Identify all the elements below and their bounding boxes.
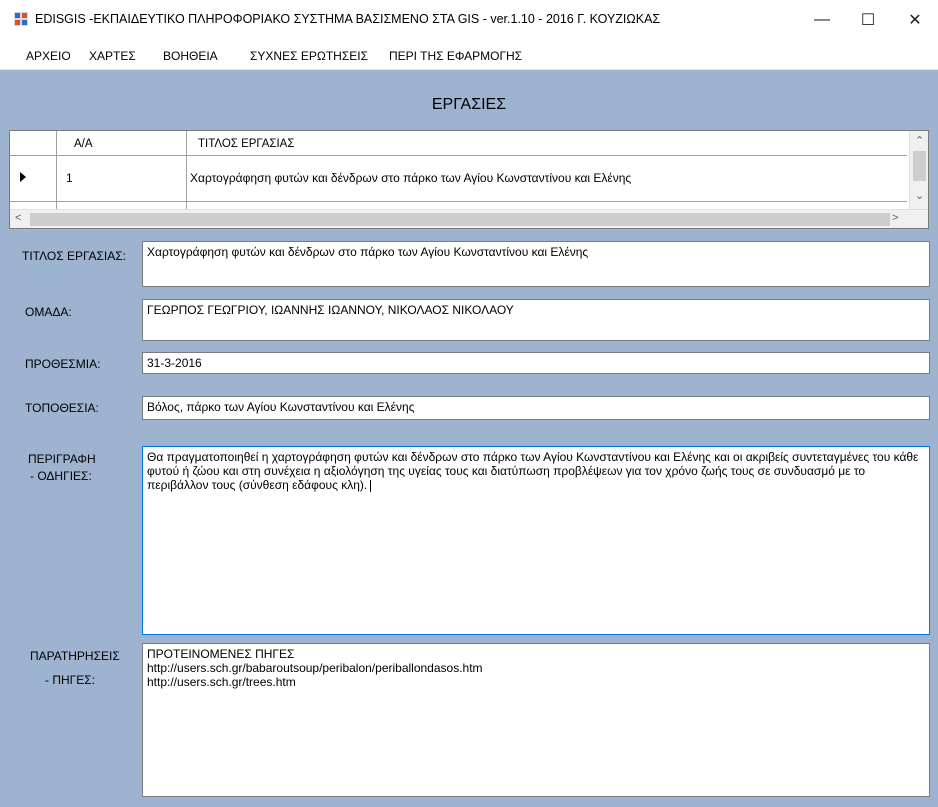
close-button[interactable]: ✕ [892,0,938,40]
text-caret [370,479,372,492]
title-field[interactable]: Χαρτογράφηση φυτών και δένδρων στο πάρκο… [142,241,930,287]
menu-faq[interactable]: ΣΥΧΝΕΣ ΕΡΩΤΗΣΕΙΣ [250,49,368,63]
description-field[interactable]: Θα πραγματοποιηθεί η χαρτογράφηση φυτών … [142,446,930,635]
app-window: EDISGIS -ΕΚΠΑΙΔΕΥΤΙΚΟ ΠΛΗΡΟΦΟΡΙΑΚΟ ΣΥΣΤΗ… [0,0,938,807]
table-row[interactable]: 1 Χαρτογράφηση φυτών και δένδρων στο πάρ… [10,156,907,202]
notes-sublabel: - ΠΗΓΕΣ: [45,673,96,687]
menu-help[interactable]: ΒΟΗΘΕΙΑ [163,49,218,63]
grid-header: Α/Α ΤΙΤΛΟΣ ΕΡΓΑΣΙΑΣ [10,131,907,156]
row-pointer-icon [20,172,26,182]
title-label: ΤΙΤΛΟΣ ΕΡΓΑΣΙΑΣ: [22,249,126,263]
row-aa: 1 [66,171,73,185]
deadline-label: ΠΡΟΘΕΣΜΙΑ: [25,357,101,371]
window-title: EDISGIS -ΕΚΠΑΙΔΕΥΤΙΚΟ ΠΛΗΡΟΦΟΡΙΑΚΟ ΣΥΣΤΗ… [35,12,661,26]
title-bar[interactable]: EDISGIS -ΕΚΠΑΙΔΕΥΤΙΚΟ ΠΛΗΡΟΦΟΡΙΑΚΟ ΣΥΣΤΗ… [0,0,938,40]
scroll-up-icon[interactable]: ⌃ [915,134,924,147]
menu-bar: ΑΡΧΕΙΟ ΧΑΡΤΕΣ ΒΟΗΘΕΙΑ ΣΥΧΝΕΣ ΕΡΩΤΗΣΕΙΣ Π… [0,40,938,70]
menu-about[interactable]: ΠΕΡΙ ΤΗΣ ΕΦΑΡΜΟΓΗΣ [389,49,522,63]
notes-field[interactable]: ΠΡΟΤΕΙΝΟΜΕΝΕΣ ΠΗΓΕΣ http://users.sch.gr/… [142,643,930,797]
menu-maps[interactable]: ΧΑΡΤΕΣ [89,49,136,63]
description-label: ΠΕΡΙΓΡΑΦΗ [28,452,96,466]
description-sublabel: - ΟΔΗΓΙΕΣ: [30,469,92,483]
vertical-scrollbar[interactable]: ⌃ ⌄ [909,131,928,210]
team-field[interactable]: ΓΕΩΡΠΟΣ ΓΕΩΓΡΙΟΥ, ΙΩΑΝΝΗΣ ΙΩΑΝΝΟΥ, ΝΙΚΟΛ… [142,299,930,341]
app-icon [14,12,28,26]
scroll-down-icon[interactable]: ⌄ [915,189,924,202]
scroll-right-icon[interactable]: > [892,212,898,224]
location-field[interactable]: Βόλος, πάρκο των Αγίου Κωνσταντίνου και … [142,396,930,420]
maximize-button[interactable]: ☐ [845,0,891,40]
column-header-aa[interactable]: Α/Α [74,138,93,150]
description-text: Θα πραγματοποιηθεί η χαρτογράφηση φυτών … [147,450,922,492]
scroll-left-icon[interactable]: < [15,212,21,224]
column-header-title[interactable]: ΤΙΤΛΟΣ ΕΡΓΑΣΙΑΣ [198,138,294,150]
vertical-scroll-thumb[interactable] [913,151,926,181]
tasks-grid[interactable]: Α/Α ΤΙΤΛΟΣ ΕΡΓΑΣΙΑΣ 1 Χαρτογράφηση φυτών… [9,130,929,229]
location-label: ΤΟΠΟΘΕΣΙΑ: [25,401,99,415]
section-title: ΕΡΓΑΣΙΕΣ [431,96,507,113]
horizontal-scroll-thumb[interactable] [30,213,890,226]
minimize-button[interactable]: — [799,0,845,40]
horizontal-scrollbar[interactable]: < > [10,209,928,228]
notes-label: ΠΑΡΑΤΗΡΗΣΕΙΣ [30,649,120,663]
row-title: Χαρτογράφηση φυτών και δένδρων στο πάρκο… [190,171,632,185]
menu-file[interactable]: ΑΡΧΕΙΟ [26,49,71,63]
deadline-field[interactable]: 31-3-2016 [142,352,930,374]
team-label: ΟΜΑΔΑ: [25,305,72,319]
